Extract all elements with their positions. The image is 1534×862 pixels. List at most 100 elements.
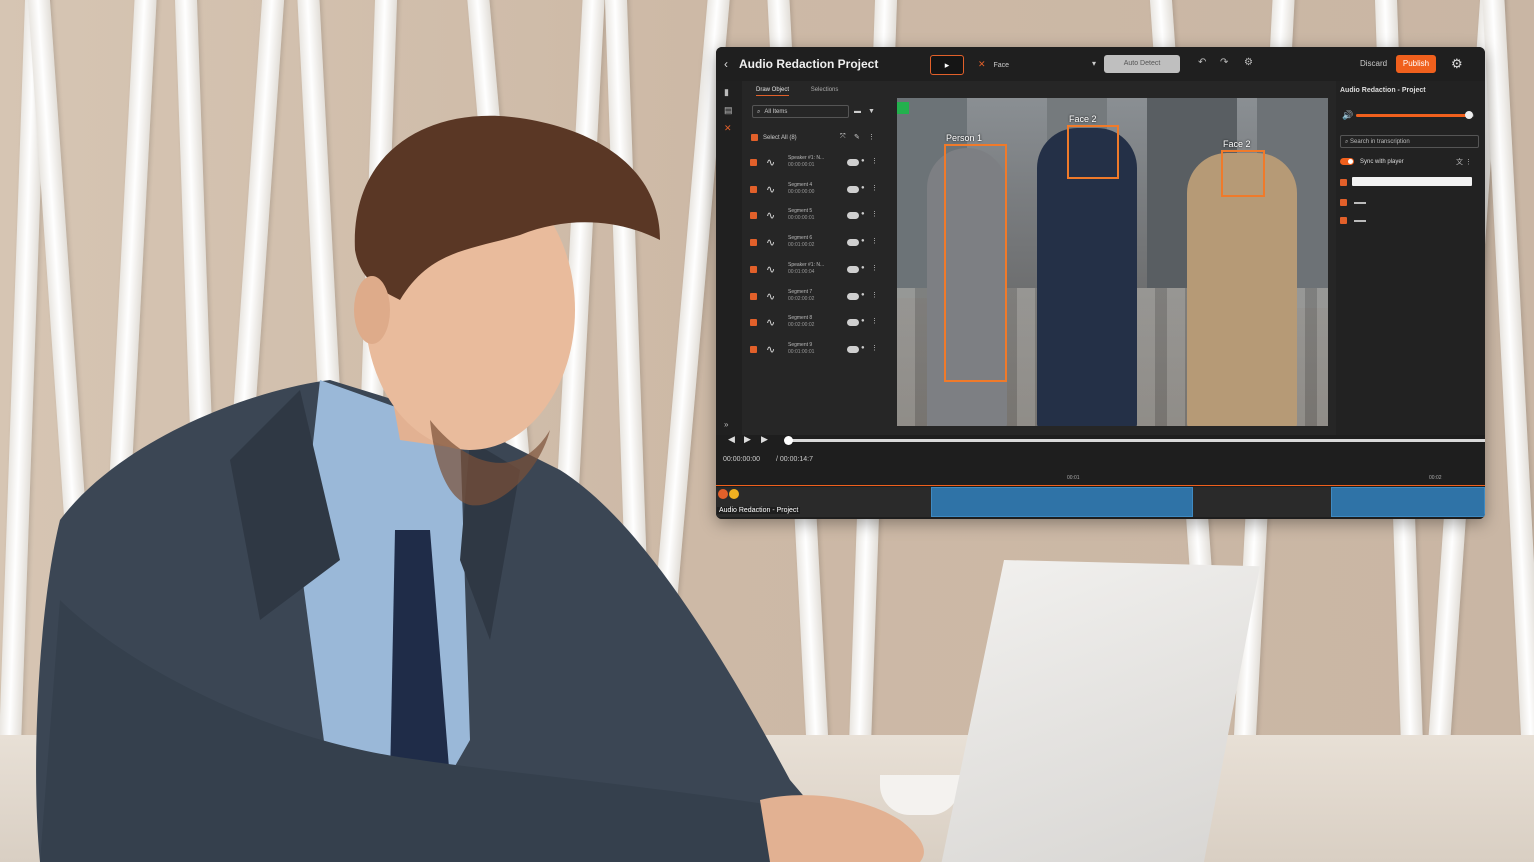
volume-icon[interactable]: 🔊 (1342, 110, 1353, 121)
current-time: 00:00:00:00 (723, 456, 760, 463)
audio-track[interactable]: Audio Redaction - Project (716, 487, 1485, 517)
segment-list-item[interactable]: ∿ Speaker #1: N... 00:01:00:04 ● ⋮ (750, 260, 878, 282)
redact-icon[interactable]: ✕ (724, 123, 732, 134)
select-all-checkbox[interactable]: Select All (8) (751, 134, 797, 141)
eye-icon[interactable]: ● (861, 345, 865, 351)
eye-icon[interactable]: ● (861, 265, 865, 271)
checkbox-icon[interactable] (750, 345, 757, 353)
checkbox-icon[interactable] (750, 212, 757, 220)
collapse-icon[interactable]: ⤧ (840, 133, 846, 141)
toggle-icon[interactable] (847, 345, 859, 353)
filter-icon[interactable]: ▼ (868, 108, 875, 115)
scrubber-handle[interactable] (784, 436, 793, 445)
eye-icon[interactable]: ● (861, 185, 865, 191)
toggle-icon[interactable] (847, 185, 859, 193)
play-icon[interactable]: ▶ (744, 434, 751, 445)
checkbox-icon[interactable] (750, 265, 757, 273)
sync-with-player-toggle[interactable]: Sync with player (1340, 158, 1404, 165)
project-settings-icon[interactable]: ⚙ (1451, 56, 1463, 72)
tab-draw-object[interactable]: Draw Object (756, 87, 790, 96)
file-icon[interactable]: ▮ (724, 87, 729, 98)
tab-selections[interactable]: Selections (811, 87, 839, 95)
next-frame-icon[interactable]: ▶ (761, 434, 768, 445)
checkbox-icon (1340, 199, 1347, 206)
toggle-icon[interactable] (847, 265, 859, 273)
more-icon[interactable]: ⋮ (871, 184, 878, 192)
toggle-icon[interactable] (847, 212, 859, 220)
more-icon[interactable]: ⋮ (871, 291, 878, 299)
toggle-icon[interactable] (847, 159, 859, 166)
gear-icon[interactable]: ⚙ (1244, 57, 1253, 68)
panel-tabs: Draw Object Selections (756, 87, 858, 96)
toggle-icon[interactable] (847, 292, 859, 300)
more-icon[interactable]: ⋮ (871, 264, 878, 272)
waveform-icon: ∿ (766, 210, 776, 223)
audio-segment[interactable] (1331, 487, 1485, 517)
waveform-icon: ∿ (766, 183, 776, 196)
chevron-down-icon: ▾ (1091, 59, 1096, 68)
video-player[interactable]: Person 1 Face 2 Face 2 (897, 98, 1328, 426)
more-icon[interactable]: ⋮ (871, 237, 878, 245)
items-search-input[interactable]: ⌕ All Items (752, 105, 849, 118)
checkbox-icon[interactable] (750, 319, 757, 327)
translate-icon[interactable]: 文 ⋮ (1456, 157, 1472, 167)
select-all-label: Select All (8) (763, 135, 797, 142)
undo-icon[interactable]: ↶ (1198, 57, 1206, 68)
discard-button[interactable]: Discard (1360, 59, 1387, 68)
segment-list-item[interactable]: ∿ Segment 7 00:02:00:02 ● ⋮ (750, 287, 878, 309)
audio-marker-icon (729, 489, 739, 499)
more-icon[interactable]: ⋮ (871, 317, 878, 325)
detection-box-person-1[interactable]: Person 1 (944, 133, 1007, 382)
eye-icon[interactable]: ● (861, 238, 865, 244)
checkbox-icon[interactable] (750, 159, 757, 166)
back-icon[interactable]: ‹ (724, 57, 728, 71)
checkbox-icon[interactable] (750, 239, 757, 247)
transcript-row[interactable] (1340, 216, 1476, 226)
pointer-tool-button[interactable]: ▸ (930, 55, 964, 75)
transcript-row[interactable] (1340, 198, 1476, 208)
expand-panel-icon[interactable]: » (724, 420, 728, 429)
audio-segment[interactable] (931, 487, 1193, 517)
publish-button[interactable]: Publish (1396, 55, 1436, 73)
layers-icon[interactable]: ▤ (724, 105, 733, 116)
checkbox-icon[interactable] (750, 292, 757, 300)
detection-box-face-2[interactable]: Face 2 (1221, 139, 1265, 197)
segment-list-item[interactable]: ∿ Speaker #1: N... 00:00:00:01 ● ⋮ (750, 153, 878, 175)
toggle-icon[interactable] (847, 319, 859, 327)
segment-name: Speaker #1: N... (788, 261, 825, 268)
segment-time: 00:01:00:02 (788, 242, 815, 249)
more-icon[interactable]: ⋮ (871, 344, 878, 352)
checkbox-icon[interactable] (750, 185, 757, 193)
view-toggle-icon[interactable]: ▬ (854, 108, 861, 115)
more-icon[interactable]: ⋮ (868, 133, 875, 141)
segment-list-item[interactable]: ∿ Segment 8 00:02:00:02 ● ⋮ (750, 313, 878, 335)
eye-icon[interactable]: ● (861, 292, 865, 298)
segment-list-item[interactable]: ∿ Segment 6 00:01:00:02 ● ⋮ (750, 233, 878, 255)
transcription-title: Audio Redaction - Project (1340, 87, 1426, 94)
transcript-edit-field[interactable] (1352, 177, 1472, 186)
auto-detect-button[interactable]: Auto Detect (1104, 55, 1180, 73)
eye-icon[interactable]: ● (861, 158, 865, 164)
transcription-search-input[interactable]: ⌕ Search in transcription (1340, 135, 1479, 148)
more-icon[interactable]: ⋮ (871, 157, 878, 165)
segment-list-item[interactable]: ∿ Segment 5 00:00:00:01 ● ⋮ (750, 206, 878, 228)
project-title: Audio Redaction Project (739, 57, 879, 71)
transcription-panel: Audio Redaction - Project 🔊 ⌕ Search in … (1336, 81, 1485, 437)
segment-list-item[interactable]: ∿ Segment 9 00:01:00:01 ● ⋮ (750, 340, 878, 362)
toggle-icon[interactable] (847, 239, 859, 247)
ruler-tick: 00:01 (1067, 475, 1080, 481)
redo-icon[interactable]: ↷ (1220, 57, 1228, 68)
eye-icon[interactable]: ● (861, 211, 865, 217)
more-icon[interactable]: ⋮ (871, 210, 878, 218)
playback-scrubber[interactable] (784, 436, 1485, 445)
eye-icon[interactable]: ● (861, 318, 865, 324)
volume-slider[interactable] (1356, 111, 1474, 119)
edit-icon[interactable]: ✎ (854, 133, 860, 141)
top-bar: ‹ Audio Redaction Project ▸ ✕ Face ▾ Aut… (716, 47, 1485, 81)
segment-list-item[interactable]: ∿ Segment 4 00:00:00:00 ● ⋮ (750, 180, 878, 202)
redaction-type-select[interactable]: ✕ Face ▾ (978, 56, 1096, 72)
transcript-row[interactable] (1340, 177, 1476, 188)
checkbox-icon (1340, 179, 1347, 186)
detection-box-face-1[interactable]: Face 2 (1067, 114, 1119, 179)
previous-frame-icon[interactable]: ◀ (728, 434, 735, 445)
